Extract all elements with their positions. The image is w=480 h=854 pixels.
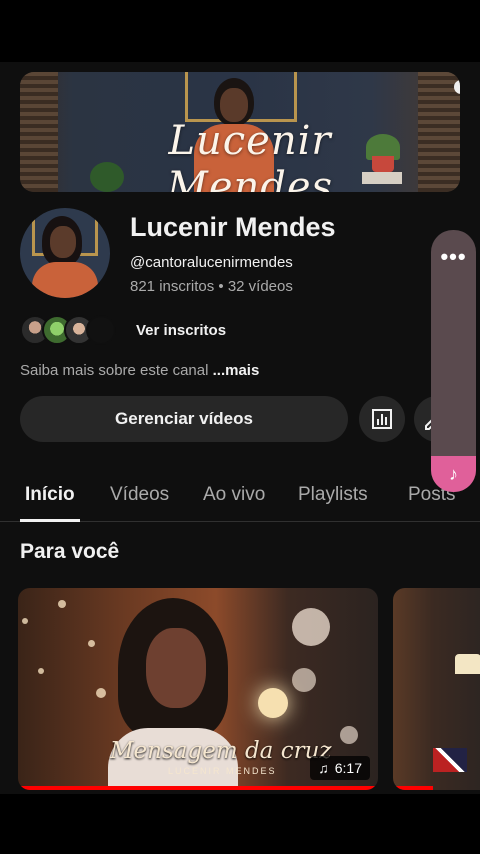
video-card-next[interactable] [393,588,480,790]
tab-playlists[interactable]: Playlists [298,484,368,506]
analytics-button[interactable] [359,396,405,442]
channel-handle: @cantoralucenirmendes [130,254,293,271]
video-thumbnail-subtitle: LUCENIR MENDES [168,766,277,776]
manage-videos-button[interactable]: Gerenciar vídeos [20,396,348,442]
section-title: Para você [20,540,120,563]
watch-progress-bar [18,786,378,790]
video-thumbnail-title: Mensagem da cruz [110,738,332,764]
analytics-icon [372,409,392,429]
subscriber-count: 821 inscritos [130,278,215,295]
channel-tabs: Início Vídeos Ao vivo Playlists Posts [0,476,480,522]
view-subscribers-link[interactable]: Ver inscritos [136,322,226,339]
music-note-icon: ♫ [318,760,329,776]
duration-text: 6:17 [334,760,362,776]
more-dots-icon[interactable]: ••• [431,244,476,270]
view-subscribers-row[interactable]: Ver inscritos [20,314,226,346]
channel-avatar[interactable] [20,208,110,298]
channel-screen: Lucenir Mendes Lucenir Mendes @cantoralu… [0,62,480,794]
tab-ao-vivo[interactable]: Ao vivo [203,484,265,506]
tab-inicio[interactable]: Início [25,484,75,506]
channel-stats: 821 inscritos • 32 vídeos [130,278,293,295]
video-card[interactable]: Mensagem da cruz LUCENIR MENDES ♫ 6:17 [18,588,378,790]
subscriber-avatar [86,315,116,345]
about-text: Saiba mais sobre este canal [20,362,209,379]
video-duration: ♫ 6:17 [310,756,370,780]
stats-separator: • [214,278,228,295]
watch-progress-bar [393,786,433,790]
channel-banner: Lucenir Mendes [20,72,460,192]
video-count: 32 vídeos [227,278,293,295]
active-tab-indicator [20,519,80,522]
banner-title: Lucenir Mendes [166,118,334,192]
about-more[interactable]: ...mais [213,362,260,379]
channel-name: Lucenir Mendes [130,212,336,242]
about-channel-link[interactable]: Saiba mais sobre este canal ...mais [20,362,259,379]
tab-videos[interactable]: Vídeos [110,484,169,506]
floating-panel[interactable]: ••• ♪ [431,230,476,492]
